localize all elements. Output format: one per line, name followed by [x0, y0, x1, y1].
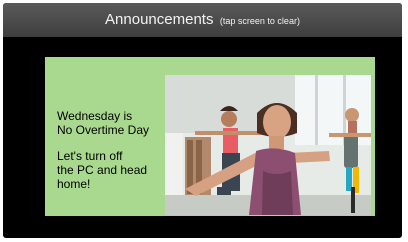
message-line-1: Wednesday is [57, 109, 133, 123]
message-line-2: No Overtime Day [57, 123, 150, 137]
message-line-5: home! [57, 177, 91, 191]
display-screen[interactable]: Announcements (tap screen to clear) Wedn… [3, 3, 402, 238]
yoga-class-photo [165, 75, 371, 215]
announcement-card[interactable]: Wednesday is No Overtime Day Let's turn … [45, 57, 375, 216]
header-hint: (tap screen to clear) [219, 16, 300, 26]
announcements-header: Announcements (tap screen to clear) [3, 3, 402, 37]
announcement-message: Wednesday is No Overtime Day Let's turn … [57, 109, 165, 191]
yoga-photo-illustration [165, 75, 371, 215]
header-title: Announcements [105, 11, 214, 28]
message-line-3: Let's turn off [57, 149, 123, 163]
message-line-4: the PC and head [57, 163, 148, 177]
